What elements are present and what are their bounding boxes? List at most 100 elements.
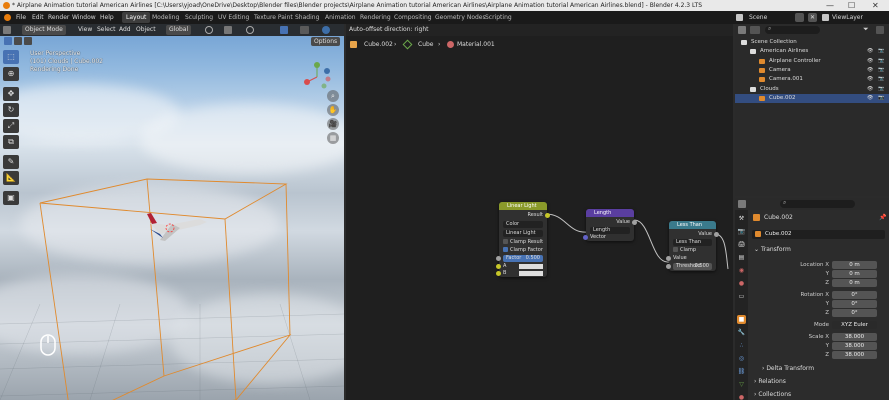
visibility-icon[interactable] (280, 26, 288, 34)
tool-tab-icon[interactable]: ⚒ (737, 214, 746, 223)
snap-icon[interactable] (224, 26, 232, 34)
tab-sculpting[interactable]: Sculpting (181, 12, 217, 23)
tab-modeling[interactable]: Modeling (148, 12, 183, 23)
outliner-row[interactable]: American Airlines 👁 📷 (735, 47, 889, 56)
outliner-row[interactable]: Clouds 👁 📷 (735, 85, 889, 94)
render-visibility-icon[interactable]: 📷 (878, 94, 884, 103)
select-tool-icon[interactable]: ⬚ (3, 50, 19, 64)
object-name-field[interactable]: Cube.002 (752, 230, 885, 239)
physics-tab-icon[interactable]: ◎ (737, 354, 746, 363)
pan-icon[interactable]: ✋ (327, 104, 339, 116)
select-box-icon[interactable] (4, 37, 12, 45)
transform-tool-icon[interactable]: ⧉ (3, 135, 19, 149)
add-cube-tool-icon[interactable]: ▣ (3, 191, 19, 205)
tab-uv-editing[interactable]: UV Editing (214, 12, 253, 23)
move-tool-icon[interactable]: ✥ (3, 87, 19, 101)
visibility-eye-icon[interactable]: 👁 (867, 75, 873, 84)
outliner-row[interactable]: Cube.002 👁 📷 (735, 93, 889, 103)
render-tab-icon[interactable]: 📷 (737, 227, 746, 236)
clamp-checkbox[interactable]: Clamp (673, 247, 712, 254)
orientation-dropdown[interactable]: Global (166, 25, 192, 35)
menu-render[interactable]: Render (48, 11, 69, 24)
options-dropdown[interactable]: Options (311, 37, 341, 46)
rotation-y-field[interactable]: 0° (832, 300, 877, 308)
render-visibility-icon[interactable]: 📷 (878, 66, 884, 75)
rotation-x-field[interactable]: 0° (832, 291, 877, 299)
3d-viewport[interactable]: Object Mode View Select Add Object Globa… (0, 24, 344, 400)
shading-mode-icon[interactable] (322, 26, 330, 34)
output-tab-icon[interactable]: 🖨 (737, 240, 746, 249)
blend-mode-dropdown[interactable]: Linear Light (503, 230, 543, 237)
output-socket[interactable] (714, 232, 719, 237)
select-extend-icon[interactable] (24, 37, 32, 45)
input-socket[interactable] (666, 264, 671, 269)
scale-tool-icon[interactable]: ⤢ (3, 119, 19, 133)
render-visibility-icon[interactable]: 📷 (878, 57, 884, 66)
transform-panel-header[interactable]: ⌄ Transform (754, 246, 791, 253)
output-socket[interactable] (632, 220, 637, 225)
node-less-than[interactable]: Less Than Value Less Than Clamp Value Th… (666, 221, 719, 271)
view-layer-selector[interactable]: ViewLayer (832, 11, 863, 24)
math-operation-dropdown[interactable]: Less Than (673, 239, 712, 246)
input-socket[interactable] (666, 256, 671, 261)
tab-shading[interactable]: Shading (291, 12, 323, 23)
minimize-button[interactable]: — (826, 0, 834, 11)
filter-icon[interactable]: ⏷ (863, 25, 869, 34)
mode-dropdown[interactable]: Object Mode (22, 25, 66, 35)
view-layer-tab-icon[interactable]: ▤ (737, 253, 746, 262)
menu-view[interactable]: View (78, 25, 92, 35)
render-visibility-icon[interactable]: 📷 (878, 75, 884, 84)
render-visibility-icon[interactable]: 📷 (878, 85, 884, 94)
proportional-edit-icon[interactable] (246, 26, 254, 34)
display-mode-icon[interactable] (750, 26, 760, 34)
input-socket[interactable] (496, 271, 501, 276)
blender-menu-icon[interactable] (4, 14, 11, 21)
world-tab-icon[interactable]: ● (737, 279, 746, 288)
node-header[interactable]: Length (586, 209, 634, 217)
output-socket[interactable] (545, 213, 550, 218)
editor-type-icon[interactable] (738, 200, 746, 208)
outliner-row[interactable]: Camera 👁 📷 (735, 66, 889, 75)
new-collection-icon[interactable] (876, 26, 884, 34)
particles-tab-icon[interactable]: ∴ (737, 341, 746, 350)
clamp-factor-checkbox[interactable]: Clamp Factor (503, 247, 543, 254)
object-tab-icon[interactable]: ■ (737, 315, 746, 324)
select-mode-icon[interactable] (14, 37, 22, 45)
visibility-eye-icon[interactable]: 👁 (867, 85, 873, 94)
scale-z-field[interactable]: 38.000 (832, 351, 877, 359)
scene-tab-icon[interactable]: ◉ (737, 266, 746, 275)
data-type-dropdown[interactable]: Color (503, 221, 543, 228)
material-tab-icon[interactable]: ● (737, 393, 746, 400)
pivot-icon[interactable] (205, 26, 213, 34)
tab-texture-paint[interactable]: Texture Paint (250, 12, 297, 23)
rotation-z-field[interactable]: 0° (832, 309, 877, 317)
node-header[interactable]: Less Than (669, 221, 716, 229)
menu-select[interactable]: Select (97, 25, 116, 35)
shader-node-editor[interactable]: Auto-offset direction: right Cube.002 › … (346, 24, 733, 400)
measure-tool-icon[interactable]: 📐 (3, 171, 19, 185)
close-button[interactable]: ✕ (872, 0, 879, 11)
relations-panel[interactable]: › Relations (754, 378, 786, 385)
perspective-toggle-icon[interactable]: ▦ (327, 132, 339, 144)
rotation-mode-dropdown[interactable]: XYZ Euler (832, 321, 877, 329)
location-y-field[interactable]: 0 m (832, 270, 877, 278)
gizmo-toggle-icon[interactable] (300, 26, 309, 34)
data-tab-icon[interactable]: ▽ (737, 380, 746, 389)
annotate-tool-icon[interactable]: ✎ (3, 155, 19, 169)
zoom-icon[interactable]: ⌕ (327, 90, 339, 102)
render-visibility-icon[interactable]: 📷 (878, 47, 884, 56)
outliner-row[interactable]: Camera.001 👁 📷 (735, 75, 889, 84)
delete-scene-icon[interactable]: ✕ (808, 13, 817, 22)
menu-file[interactable]: File (16, 11, 26, 24)
properties-editor[interactable]: ⌕ ⚒ 📷 🖨 ▤ ◉ ● ▭ ■ 🔧 ∴ ◎ ⛓ ▽ ● Cube.002 📌… (735, 198, 889, 400)
node-linear-light[interactable]: Linear Light Result Color Linear Light C… (496, 202, 550, 277)
tab-scripting[interactable]: Scripting (481, 12, 516, 23)
menu-object[interactable]: Object (136, 25, 156, 35)
outliner-row[interactable]: Airplane Controller 👁 📷 (735, 57, 889, 66)
maximize-button[interactable]: ☐ (848, 0, 855, 11)
outliner[interactable]: ⌕ ⏷ Scene Collection American Airlines 👁 📷 A… (735, 24, 889, 196)
search-input[interactable] (780, 200, 855, 208)
collections-panel[interactable]: › Collections (754, 391, 791, 398)
input-socket[interactable] (496, 256, 501, 261)
location-z-field[interactable]: 0 m (832, 279, 877, 287)
